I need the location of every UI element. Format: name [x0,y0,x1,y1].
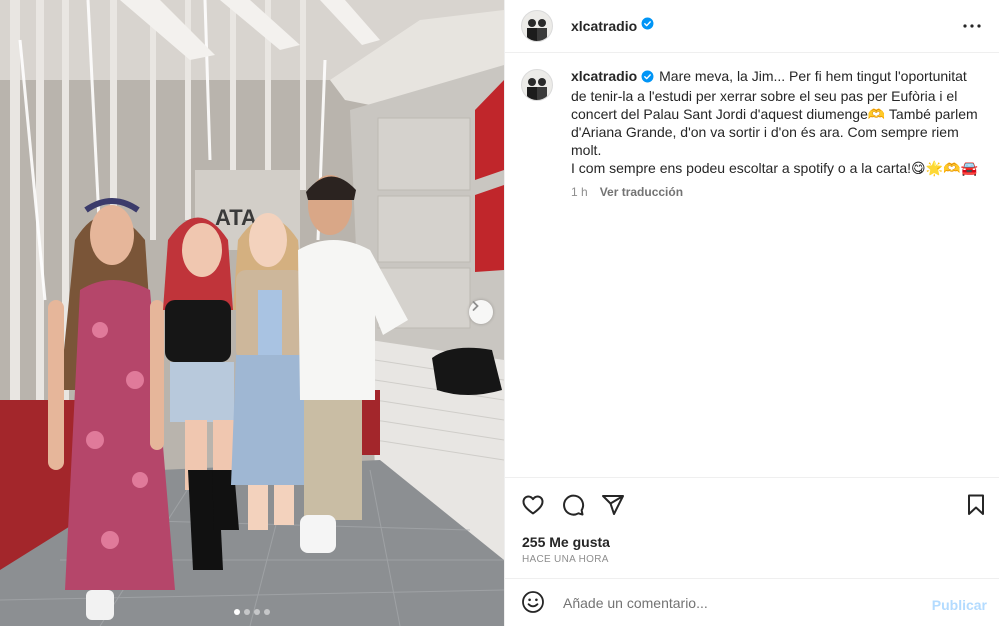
caption-body: xlcatradio Mare meva, la Jim... Per fi he… [571,67,983,199]
paper-plane-icon[interactable] [601,493,625,517]
comment-input[interactable] [561,593,915,612]
post-header: xlcatradio [505,0,999,53]
caption-meta: 1 h Ver traducción [571,185,983,199]
smiley-icon[interactable] [521,590,547,616]
add-comment-bar: Publicar [505,578,999,626]
carousel-dot [254,609,260,615]
verified-badge-icon [641,17,654,35]
avatar[interactable] [521,69,553,101]
post-time-ago[interactable]: 1 h [571,185,588,199]
caption-section: xlcatradio Mare meva, la Jim... Per fi he… [505,53,999,477]
publish-button[interactable]: Publicar [932,597,987,613]
more-options-icon [962,23,982,29]
caption-username-link[interactable]: xlcatradio [571,68,637,84]
comment-icon[interactable] [561,493,585,517]
post-details-panel: xlcatradio xlcatradio Mare meva, la Jim..… [504,0,999,626]
action-icons [521,493,625,517]
heart-icon[interactable] [521,493,545,517]
verified-badge-icon [641,69,654,87]
post-photo[interactable]: ATA [0,0,504,626]
caption-row: xlcatradio Mare meva, la Jim... Per fi he… [505,53,999,199]
likes-count[interactable]: 255 Me gusta [522,534,610,550]
instagram-post: ATA xlcatradio xlcatradio Mare meva, la … [0,0,999,626]
carousel-dot [234,609,240,615]
studio-photo: ATA [0,0,504,626]
post-timestamp: HACE UNA HORA [522,554,609,565]
bookmark-icon[interactable] [964,493,988,517]
more-options-button[interactable] [959,13,985,39]
actions-section: 255 Me gusta HACE UNA HORA [505,477,999,578]
carousel-indicator [0,609,504,615]
translate-link[interactable]: Ver traducción [600,185,683,199]
caption-text: Mare meva, la Jim... Per fi hem tingut l… [571,68,978,176]
username-link[interactable]: xlcatradio [571,18,637,34]
carousel-dot [244,609,250,615]
carousel-next-button[interactable] [469,300,493,324]
caption: xlcatradio Mare meva, la Jim... Per fi he… [571,67,983,177]
carousel-dot [264,609,270,615]
avatar[interactable] [521,10,553,42]
